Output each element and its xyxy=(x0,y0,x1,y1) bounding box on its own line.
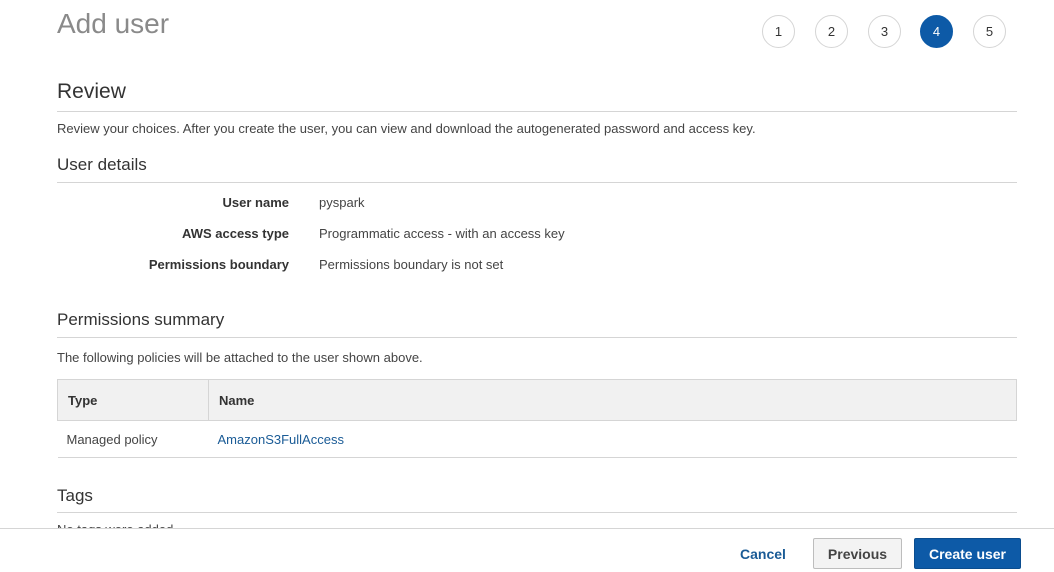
policy-name-cell: AmazonS3FullAccess xyxy=(208,420,1017,458)
detail-label: User name xyxy=(222,195,289,210)
detail-label: Permissions boundary xyxy=(148,257,289,272)
page-title: Add user xyxy=(57,8,170,39)
detail-label: AWS access type xyxy=(182,226,289,241)
cancel-button[interactable]: Cancel xyxy=(726,538,800,569)
detail-row-permissions-boundary: Permissions boundary Permissions boundar… xyxy=(57,257,757,277)
permissions-description: The following policies will be attached … xyxy=(57,350,423,365)
detail-row-access-type: AWS access type Programmatic access - wi… xyxy=(57,226,757,246)
review-heading: Review xyxy=(57,80,1017,112)
detail-value: pyspark xyxy=(319,195,365,210)
column-header-name[interactable]: Name xyxy=(208,379,1017,421)
previous-button[interactable]: Previous xyxy=(813,538,902,569)
policy-link[interactable]: AmazonS3FullAccess xyxy=(218,432,344,447)
detail-value: Programmatic access - with an access key xyxy=(319,226,565,241)
review-description: Review your choices. After you create th… xyxy=(57,121,756,136)
table-row: Managed policy AmazonS3FullAccess xyxy=(57,420,1017,458)
user-details-heading: User details xyxy=(57,155,1017,183)
step-2[interactable]: 2 xyxy=(815,15,848,48)
permissions-summary-heading: Permissions summary xyxy=(57,310,1017,338)
footer-bar: Cancel Previous Create user xyxy=(0,528,1054,572)
policy-type-cell: Managed policy xyxy=(57,420,209,458)
step-3[interactable]: 3 xyxy=(868,15,901,48)
detail-row-user-name: User name pyspark xyxy=(57,195,757,215)
policies-table: Type Name Managed policy AmazonS3FullAcc… xyxy=(57,379,1017,458)
table-header-row: Type Name xyxy=(57,379,1017,421)
step-1[interactable]: 1 xyxy=(762,15,795,48)
detail-value: Permissions boundary is not set xyxy=(319,257,504,272)
create-user-button[interactable]: Create user xyxy=(914,538,1021,569)
step-5[interactable]: 5 xyxy=(973,15,1006,48)
column-header-type[interactable]: Type xyxy=(57,379,209,421)
step-4[interactable]: 4 xyxy=(920,15,953,48)
tags-heading: Tags xyxy=(57,486,1017,513)
